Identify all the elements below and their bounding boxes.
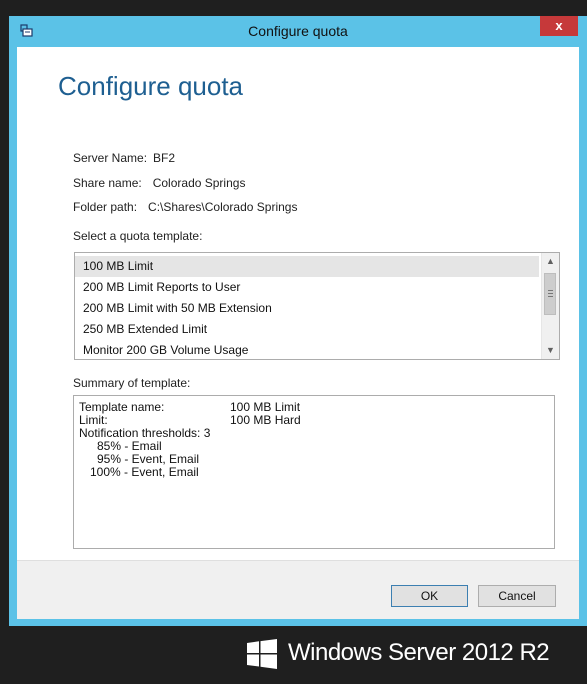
windows-logo-icon [247,639,277,669]
scroll-up-icon[interactable]: ▲ [542,253,559,270]
windows-server-label: Windows Server 2012 R2 [288,639,550,666]
close-button[interactable]: x [540,16,578,36]
cancel-button[interactable]: Cancel [478,585,556,607]
quota-template-list[interactable]: 100 MB Limit 200 MB Limit Reports to Use… [74,252,560,360]
folder-path-label: Folder path: [73,200,138,214]
summary-thresholds-label: Notification thresholds: [79,426,201,440]
scroll-thumb[interactable] [544,273,556,315]
threshold-line: 100% - Event, Email [90,465,199,479]
button-bar: OK Cancel [17,560,579,619]
summary-limit-label: Limit: [79,413,108,427]
summary-limit-value: 100 MB Hard [230,413,301,427]
share-name-label: Share name: [73,176,142,190]
title-bar[interactable]: Configure quota x [9,16,587,47]
ok-button[interactable]: OK [391,585,468,607]
page-title: Configure quota [58,71,244,101]
summary-thresholds-value: 3 [203,426,211,440]
template-summary: Template name: 100 MB Limit Limit: 100 M… [73,395,555,549]
dialog-body: Configure quota Server Name: BF2 Share na… [17,47,579,619]
server-name-row: Server Name: BF2 [73,151,175,165]
share-name-value: Colorado Springs [152,176,246,190]
share-name-row: Share name: Colorado Springs [73,176,245,190]
list-item-100mb[interactable]: 100 MB Limit [75,256,539,277]
server-name-label: Server Name: [73,151,148,165]
folder-path-row: Folder path: C:\Shares\Colorado Springs [73,200,297,214]
dialog-window: Configure quota x Configure quota Server… [9,16,587,626]
windows-branding: Windows Server 2012 R2 [247,637,587,671]
list-item-250mb-extended[interactable]: 250 MB Extended Limit [75,319,539,340]
list-item-monitor-200gb[interactable]: Monitor 200 GB Volume Usage [75,340,539,359]
window-title: Configure quota [248,23,348,39]
close-icon: x [555,18,563,33]
template-prompt: Select a quota template: [73,229,203,243]
server-name-value: BF2 [153,151,176,165]
scroll-down-icon[interactable]: ▼ [542,342,559,359]
list-item-200mb-reports[interactable]: 200 MB Limit Reports to User [75,277,539,298]
summary-template-name-label: Template name: [79,400,165,414]
folder-path-value: C:\Shares\Colorado Springs [148,200,298,214]
list-item-200mb-extension[interactable]: 200 MB Limit with 50 MB Extension [75,298,539,319]
list-scrollbar[interactable]: ▲ ▼ [541,253,559,359]
summary-label: Summary of template: [73,376,191,390]
